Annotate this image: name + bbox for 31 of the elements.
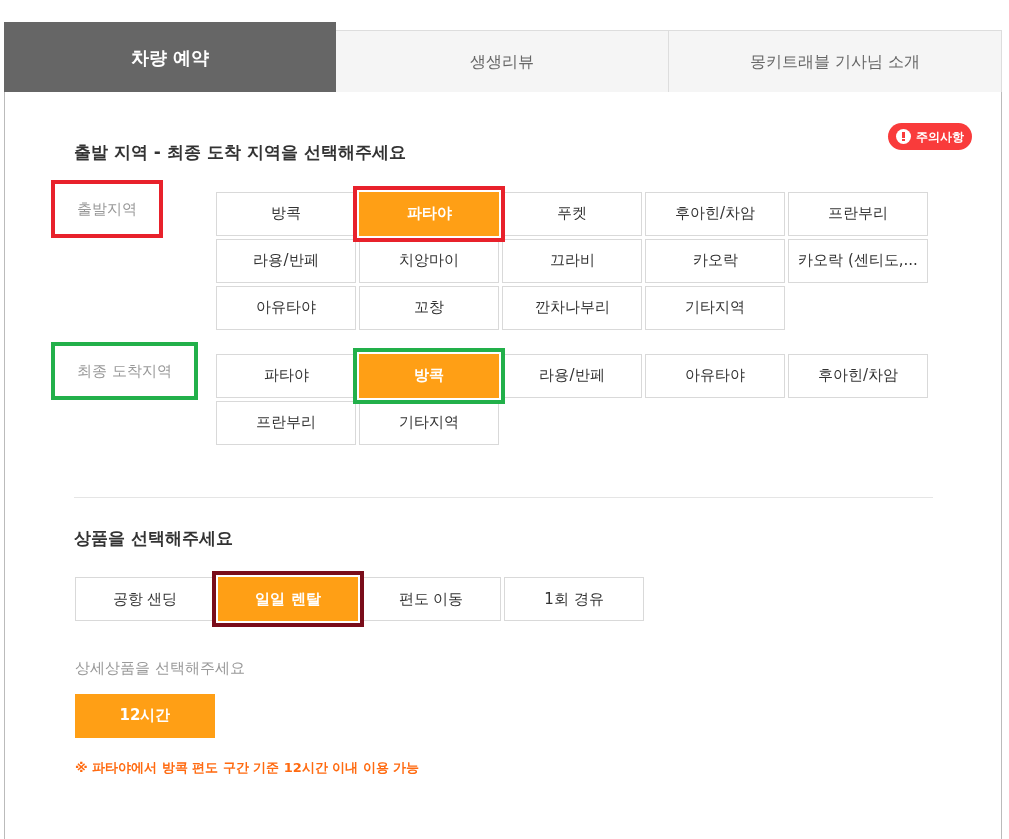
option-button[interactable]: 끄라비 xyxy=(502,238,642,283)
notice-badge[interactable]: 주의사항 xyxy=(888,123,972,150)
tab[interactable]: 몽키트래블 기사님 소개 xyxy=(669,30,1002,92)
option-button[interactable]: 꼬창 xyxy=(359,285,499,330)
note-text: ※ 파타야에서 방콕 편도 구간 기준 12시간 이내 이용 가능 xyxy=(75,758,421,777)
section-title: 상품을 선택해주세요 xyxy=(74,526,233,550)
option-button[interactable]: 깐차나부리 xyxy=(502,285,642,330)
option-button[interactable]: 1회 경유 xyxy=(504,577,644,621)
option-button[interactable]: 푸켓 xyxy=(502,191,642,236)
option-button[interactable]: 프란부리 xyxy=(788,191,928,236)
warning-icon xyxy=(896,129,911,144)
option-button[interactable]: 아유타야 xyxy=(645,353,785,398)
group-label: 출발지역 xyxy=(51,179,163,238)
tab[interactable]: 생생리뷰 xyxy=(336,30,669,92)
option-button[interactable]: 후아힌/차암 xyxy=(788,353,928,398)
option-button[interactable]: 공항 샌딩 xyxy=(75,577,215,621)
option-button[interactable]: 카오락 (센티도,... xyxy=(788,238,928,283)
option-button[interactable]: 라용/반페 xyxy=(502,353,642,398)
option-button[interactable]: 프란부리 xyxy=(216,400,356,445)
section-title: 출발 지역 - 최종 도착 지역을 선택해주세요 xyxy=(74,141,406,164)
tab[interactable]: 차량 예약 xyxy=(4,22,336,92)
option-button[interactable]: 라용/반페 xyxy=(216,238,356,283)
option-button[interactable]: 카오락 xyxy=(645,238,785,283)
detail-title: 상세상품을 선택해주세요 xyxy=(75,658,246,679)
option-button[interactable]: 후아힌/차암 xyxy=(645,191,785,236)
option-button[interactable]: 아유타야 xyxy=(216,285,356,330)
group-label: 최종 도착지역 xyxy=(51,341,198,400)
option-button[interactable]: 편도 이동 xyxy=(361,577,501,621)
option-button[interactable]: 기타지역 xyxy=(645,285,785,330)
option-button[interactable]: 파타야 xyxy=(216,353,356,398)
option-button[interactable]: 방콕 xyxy=(216,191,356,236)
